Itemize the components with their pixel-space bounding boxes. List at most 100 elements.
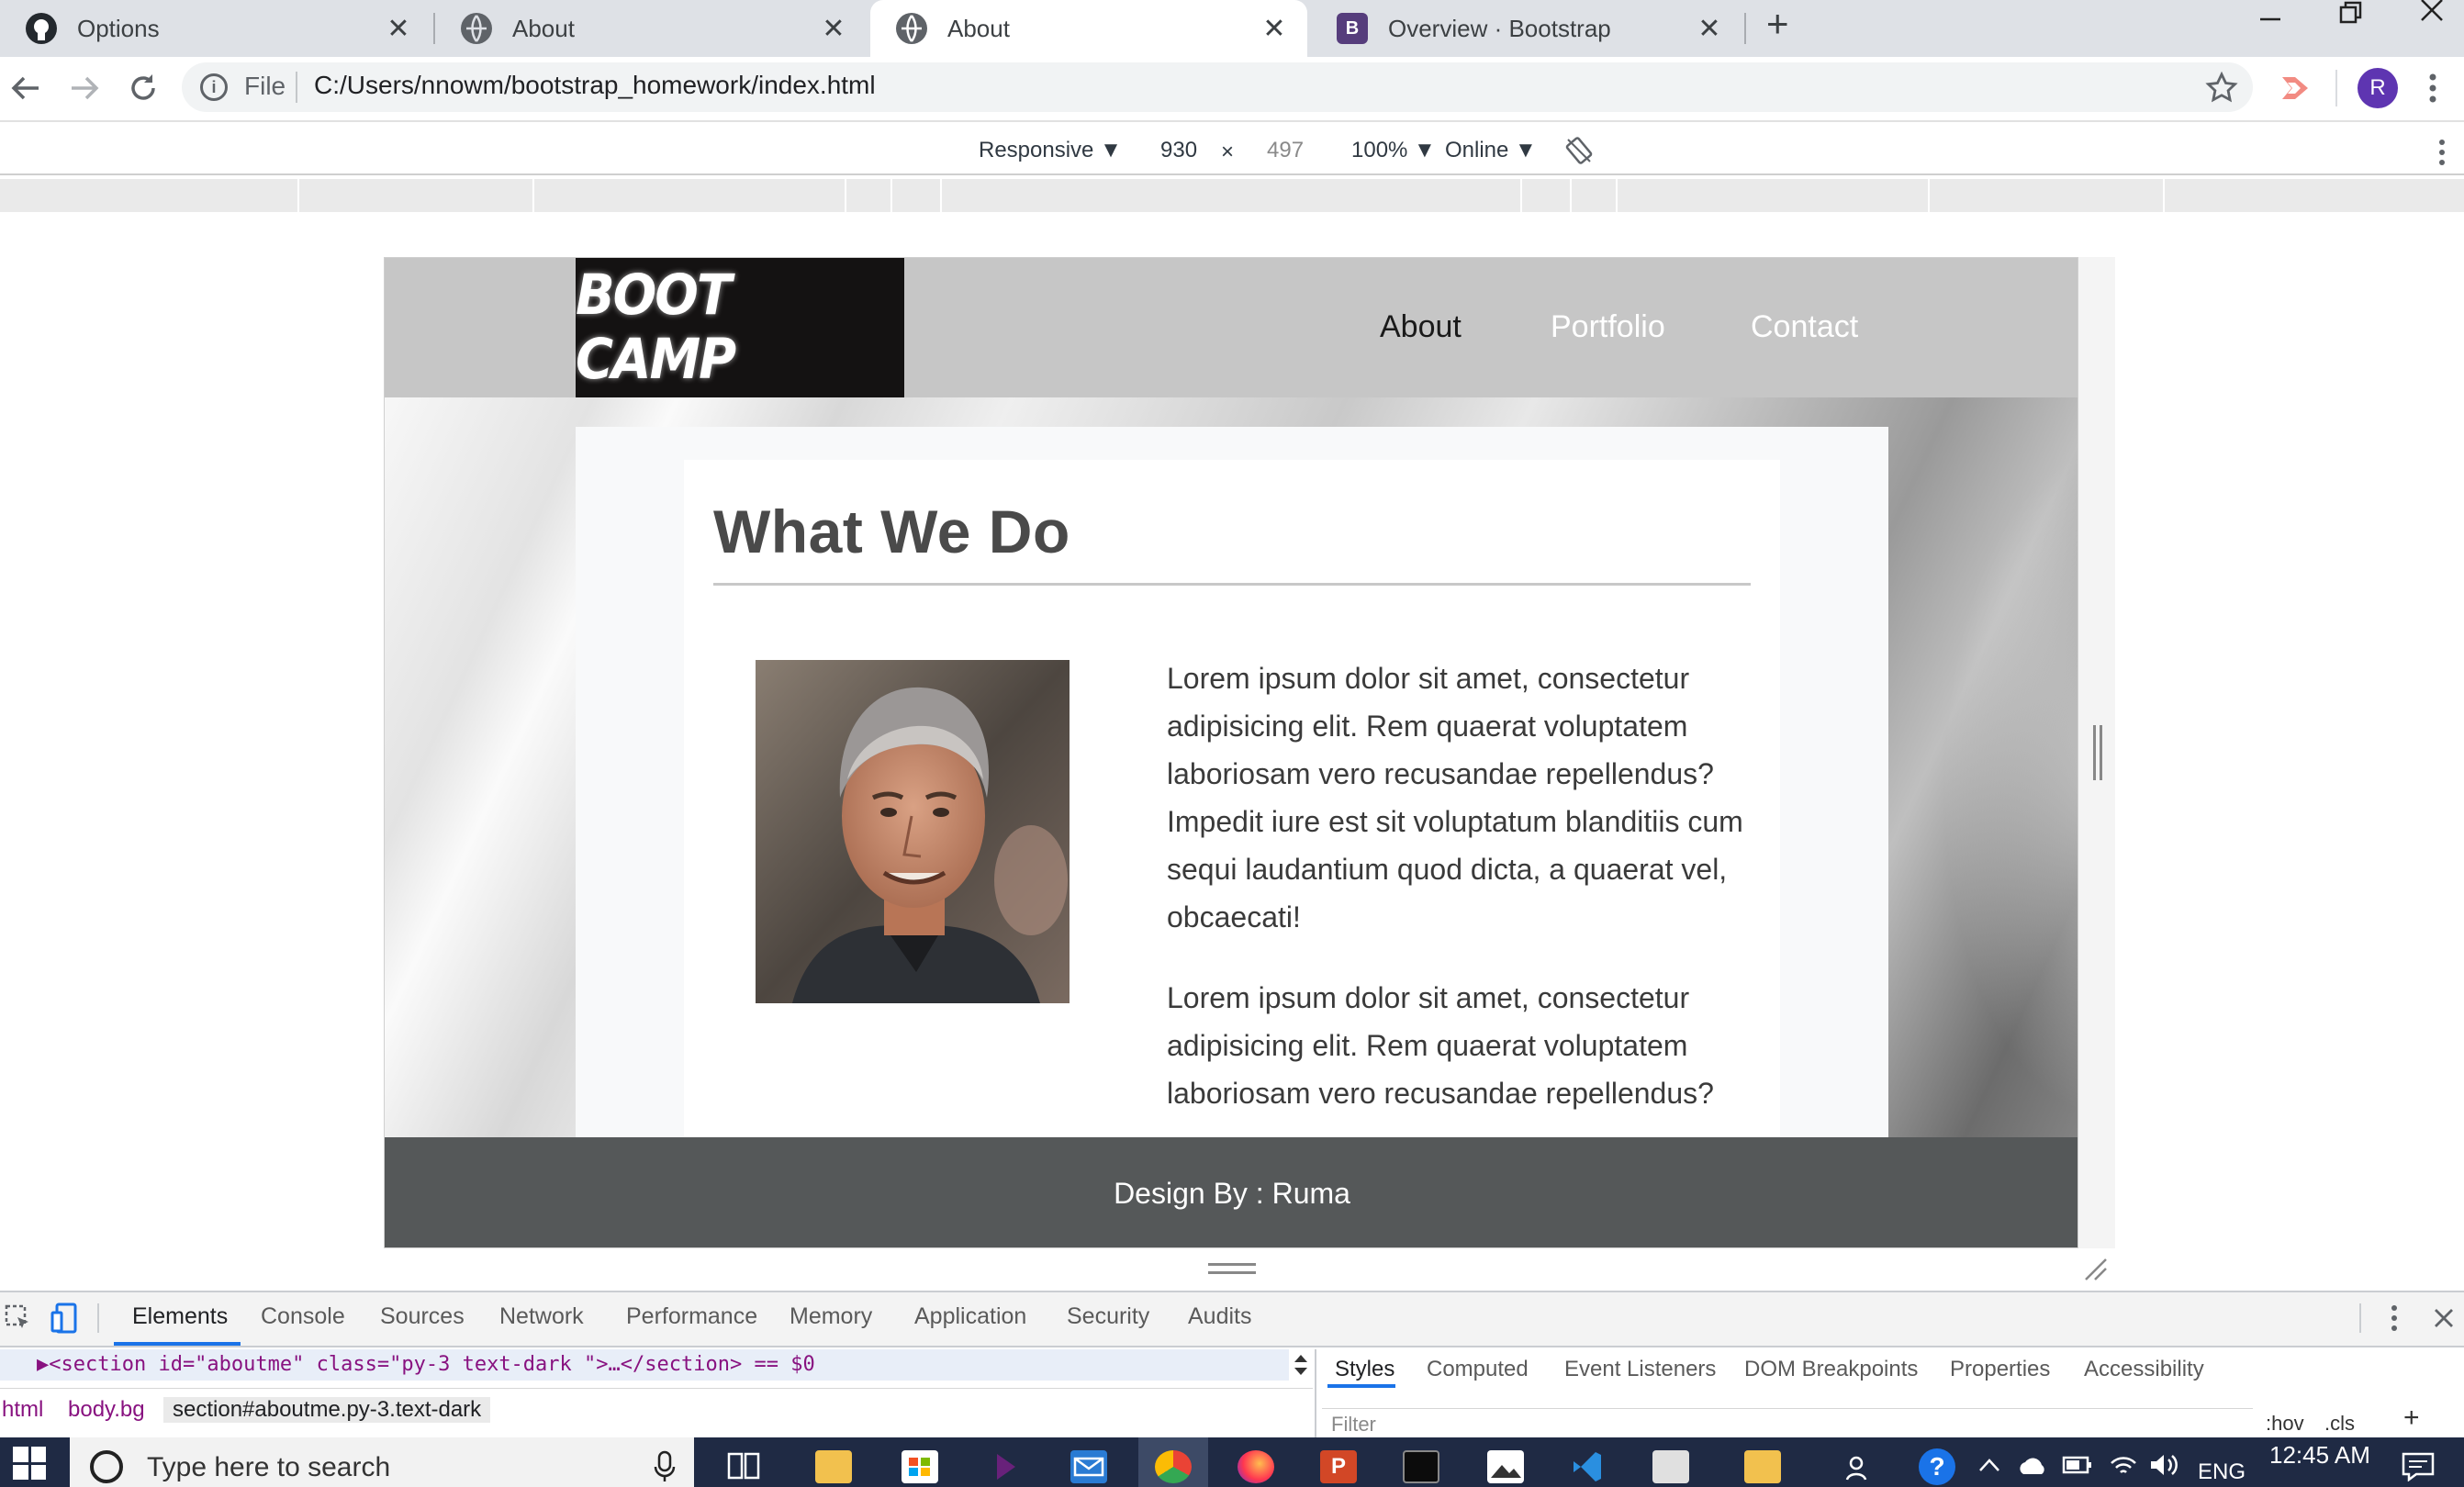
tab-properties[interactable]: Properties xyxy=(1950,1357,2050,1382)
add-rule-button[interactable]: + xyxy=(2403,1403,2420,1434)
clock-time[interactable]: 12:45 AM xyxy=(2269,1441,2370,1470)
photos-icon[interactable] xyxy=(1487,1450,1524,1483)
breadcrumb-section[interactable]: section#aboutme.py-3.text-dark xyxy=(163,1397,491,1423)
title-divider xyxy=(713,583,1751,586)
tab-memory[interactable]: Memory xyxy=(790,1303,872,1330)
minimize-button[interactable] xyxy=(2253,6,2290,33)
close-icon[interactable]: ✕ xyxy=(382,13,415,45)
tab-bootstrap[interactable]: B Overview · Bootstrap ✕ xyxy=(1311,0,1742,57)
task-view-icon[interactable] xyxy=(725,1450,762,1483)
tab-performance[interactable]: Performance xyxy=(626,1303,757,1330)
people-icon[interactable] xyxy=(1842,1450,1878,1483)
star-icon[interactable] xyxy=(2203,70,2240,106)
file-explorer-icon[interactable] xyxy=(815,1450,852,1483)
help-icon[interactable]: ? xyxy=(1919,1448,1955,1485)
input-language[interactable]: ENG xyxy=(2198,1459,2246,1485)
tab-styles[interactable]: Styles xyxy=(1335,1357,1394,1382)
tab-console[interactable]: Console xyxy=(261,1303,345,1330)
media-query-ruler[interactable] xyxy=(0,179,2464,212)
visual-studio-icon[interactable] xyxy=(988,1450,1025,1483)
firefox-icon[interactable] xyxy=(1238,1450,1274,1483)
tab-computed[interactable]: Computed xyxy=(1427,1357,1529,1382)
mail-icon[interactable] xyxy=(1070,1450,1107,1483)
address-divider xyxy=(296,72,297,103)
cls-toggle[interactable]: .cls xyxy=(2324,1412,2355,1436)
powerpoint-icon[interactable]: P xyxy=(1320,1450,1357,1483)
windows-start-icon[interactable] xyxy=(13,1447,46,1480)
restore-button[interactable] xyxy=(2332,0,2369,28)
back-button[interactable] xyxy=(4,66,48,110)
tab-about-1[interactable]: About ✕ xyxy=(435,0,867,57)
viewport-height-input[interactable]: 497 xyxy=(1267,138,1304,163)
device-menu-icon[interactable] xyxy=(2435,138,2449,167)
chrome-icon[interactable] xyxy=(1155,1450,1192,1483)
volume-icon[interactable] xyxy=(2148,1450,2179,1480)
tab-options[interactable]: Options ✕ xyxy=(0,0,431,57)
device-toggle-icon[interactable] xyxy=(50,1302,79,1335)
paint-icon[interactable] xyxy=(1652,1450,1689,1483)
breadcrumb-body[interactable]: body.bg xyxy=(68,1397,145,1423)
devtools-close-icon[interactable] xyxy=(2431,1305,2457,1331)
resize-handle-bottom[interactable] xyxy=(1208,1263,1256,1274)
store-icon[interactable] xyxy=(902,1450,938,1483)
terminal-icon[interactable] xyxy=(1403,1450,1439,1483)
resize-handle-corner[interactable] xyxy=(2082,1256,2108,1281)
brand-logo[interactable]: BOOT CAMP xyxy=(576,258,904,397)
reload-button[interactable] xyxy=(121,66,165,110)
tab-audits[interactable]: Audits xyxy=(1188,1303,1251,1330)
close-icon[interactable]: ✕ xyxy=(1258,13,1291,45)
cortana-icon xyxy=(90,1450,123,1483)
tab-accessibility[interactable]: Accessibility xyxy=(2084,1357,2204,1382)
zoom-select[interactable]: 100% ▼ xyxy=(1351,138,1436,163)
taskbar-search-placeholder[interactable]: Type here to search xyxy=(147,1452,390,1483)
folder-icon[interactable] xyxy=(1744,1450,1781,1483)
tab-application[interactable]: Application xyxy=(914,1303,1026,1330)
extension-icon[interactable] xyxy=(2275,70,2315,106)
ruler-tick xyxy=(845,179,846,212)
close-icon[interactable]: ✕ xyxy=(817,13,850,45)
tray-chevron-icon[interactable] xyxy=(1977,1456,2001,1474)
devtools-divider xyxy=(97,1303,99,1333)
tab-sources[interactable]: Sources xyxy=(380,1303,465,1330)
styles-filter-input[interactable]: Filter xyxy=(1322,1408,2253,1436)
info-icon[interactable]: i xyxy=(200,73,228,101)
rotate-icon[interactable] xyxy=(1564,136,1594,165)
throttling-select[interactable]: Online ▼ xyxy=(1445,138,1537,163)
ruler-tick xyxy=(1570,179,1572,212)
tab-event-listeners[interactable]: Event Listeners xyxy=(1564,1357,1716,1382)
dom-tree-selected-node[interactable]: ▶<section id="aboutme" class="py-3 text-… xyxy=(0,1349,1289,1381)
viewport-width-input[interactable]: 930 xyxy=(1160,138,1197,163)
inspect-element-icon[interactable] xyxy=(4,1303,33,1333)
devtools-split-divider[interactable] xyxy=(1315,1349,1316,1437)
tab-network[interactable]: Network xyxy=(499,1303,584,1330)
nav-link-portfolio[interactable]: Portfolio xyxy=(1551,309,1665,345)
tab-dom-breakpoints[interactable]: DOM Breakpoints xyxy=(1744,1357,1918,1382)
tab-about-active[interactable]: About ✕ xyxy=(870,0,1307,57)
device-mode-select[interactable]: Responsive ▼ xyxy=(979,138,1122,163)
forward-button[interactable] xyxy=(62,66,106,110)
wifi-icon[interactable] xyxy=(2108,1450,2139,1480)
tab-security[interactable]: Security xyxy=(1067,1303,1149,1330)
hov-toggle[interactable]: :hov xyxy=(2266,1412,2304,1436)
profile-avatar[interactable]: R xyxy=(2358,68,2398,108)
microphone-icon[interactable] xyxy=(654,1450,676,1481)
about-section: What We Do Lorem ipsum dolor sit amet, c… xyxy=(684,460,1780,1247)
nav-link-about[interactable]: About xyxy=(1380,309,1462,345)
battery-icon[interactable] xyxy=(2062,1452,2093,1478)
browser-menu-icon[interactable] xyxy=(2425,68,2440,108)
nav-link-contact[interactable]: Contact xyxy=(1751,309,1858,345)
window-close-button[interactable] xyxy=(2414,0,2451,26)
new-tab-button[interactable]: + xyxy=(1766,2,1789,46)
close-icon[interactable]: ✕ xyxy=(1693,13,1726,45)
resize-handle-right[interactable] xyxy=(2093,725,2102,780)
vscode-icon[interactable] xyxy=(1570,1450,1607,1483)
url-text[interactable]: C:/Users/nnowm/bootstrap_homework/index.… xyxy=(314,71,876,100)
ruler-tick xyxy=(1520,179,1522,212)
dom-scroll-icon[interactable] xyxy=(1289,1349,1313,1381)
notification-icon[interactable] xyxy=(2400,1450,2436,1482)
devtools-menu-icon[interactable] xyxy=(2387,1303,2402,1333)
breadcrumb-html[interactable]: html xyxy=(2,1397,43,1423)
tab-elements[interactable]: Elements xyxy=(132,1303,228,1330)
github-icon xyxy=(26,13,57,44)
onedrive-icon[interactable] xyxy=(2016,1454,2049,1478)
